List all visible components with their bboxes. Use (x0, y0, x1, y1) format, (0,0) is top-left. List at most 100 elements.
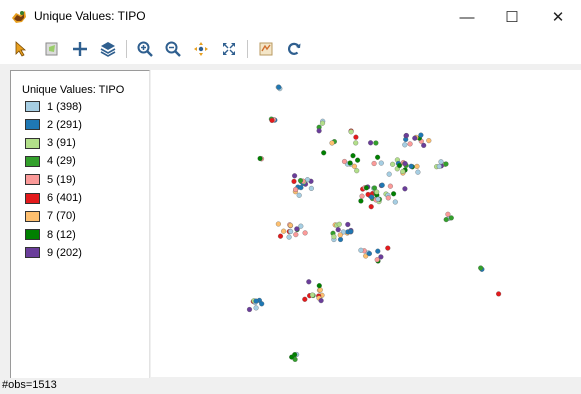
maximize-button[interactable]: ☐ (489, 0, 535, 34)
add-point-icon[interactable] (68, 37, 92, 61)
map-point (375, 154, 381, 160)
legend-item[interactable]: 5 (19) (25, 173, 76, 186)
map-point (292, 173, 298, 179)
close-button[interactable]: ✕ (535, 0, 581, 34)
legend-label: 7 (70) (47, 210, 76, 223)
map-point (287, 222, 294, 228)
legend-swatch (25, 119, 40, 131)
map-point (438, 159, 444, 165)
legend-label: 9 (202) (47, 246, 82, 259)
map-point (378, 160, 384, 166)
zoom-in-icon[interactable] (133, 37, 157, 61)
map-point (366, 251, 372, 257)
map-point (309, 292, 315, 298)
map-point (288, 228, 294, 235)
layers-icon[interactable] (96, 37, 120, 61)
app-icon (10, 9, 28, 25)
map-point (337, 232, 343, 238)
map-point (316, 283, 322, 289)
map-point (347, 160, 353, 166)
map-point (318, 298, 324, 304)
map-point (403, 132, 409, 139)
map-point (281, 228, 287, 234)
legend-label: 5 (19) (47, 173, 76, 186)
legend-item[interactable]: 2 (291) (25, 118, 82, 131)
toolbar (0, 34, 581, 64)
map-point (368, 140, 374, 146)
map-point (345, 221, 351, 228)
map-point (306, 279, 312, 285)
map-point (371, 160, 377, 167)
map-point (390, 161, 396, 167)
legend-item[interactable]: 4 (29) (25, 155, 76, 168)
map-point (253, 305, 259, 311)
legend-item[interactable]: 1 (398) (25, 100, 82, 113)
legend-swatch (25, 247, 40, 259)
map-point (335, 227, 341, 233)
map-point (331, 234, 337, 240)
map-point (275, 221, 281, 227)
map-point (286, 234, 292, 240)
map-point (354, 168, 360, 174)
map-point (368, 204, 374, 210)
map-point (379, 182, 385, 188)
map-point (353, 140, 359, 146)
map-point (391, 191, 397, 197)
legend-label: 4 (29) (47, 155, 76, 168)
map-legend-icon[interactable] (254, 37, 278, 61)
map-point (276, 84, 282, 90)
map-point (269, 117, 275, 123)
map-point (296, 192, 302, 198)
map-point (371, 185, 378, 191)
legend-item[interactable]: 3 (91) (25, 137, 76, 150)
pan-icon[interactable] (189, 37, 213, 61)
map-point (246, 306, 253, 313)
full-extent-icon[interactable] (217, 37, 241, 61)
map-point (355, 157, 361, 163)
select-by-polygon-icon[interactable] (40, 37, 64, 61)
map-point (277, 233, 284, 239)
map-point (358, 247, 364, 253)
legend-label: 6 (401) (47, 192, 82, 204)
map-point (496, 291, 502, 297)
title-bar: Unique Values: TIPO — ☐ ✕ (0, 0, 581, 34)
map-canvas[interactable] (151, 70, 581, 377)
legend-item[interactable]: 9 (202) (25, 246, 82, 259)
toolbar-separator (126, 40, 127, 58)
map-point (385, 195, 391, 201)
map-point (297, 178, 304, 184)
refresh-icon[interactable] (282, 37, 306, 61)
map-point (253, 298, 259, 304)
map-point (443, 217, 449, 223)
map-point (414, 163, 420, 169)
map-point (337, 236, 344, 243)
map-point (375, 196, 381, 202)
minimize-button[interactable]: — (444, 0, 490, 34)
legend-swatch (25, 174, 40, 186)
legend-item[interactable]: 7 (70) (25, 210, 76, 223)
legend-label: 1 (398) (47, 100, 82, 113)
map-point (400, 168, 406, 175)
legend-item[interactable]: 6 (401) (25, 192, 82, 205)
legend-swatch (25, 229, 40, 241)
map-point (402, 142, 408, 148)
map-point (291, 178, 297, 184)
legend-label: 3 (91) (47, 137, 76, 150)
map-point (348, 228, 354, 235)
map-point (363, 185, 369, 191)
map-point (348, 129, 354, 135)
map-point (415, 169, 421, 175)
legend-title: Unique Values: TIPO (22, 84, 125, 96)
map-point (293, 232, 299, 238)
map-point (436, 163, 442, 169)
map-point (329, 140, 335, 146)
legend-item[interactable]: 8 (12) (25, 228, 76, 241)
map-point (387, 183, 393, 189)
observation-count: #obs=1513 (2, 379, 57, 391)
map-point (316, 128, 322, 134)
select-tool-icon[interactable] (10, 37, 34, 61)
legend-swatch (25, 192, 40, 204)
map-point (289, 354, 295, 360)
map-point (353, 134, 359, 140)
zoom-out-icon[interactable] (161, 37, 185, 61)
